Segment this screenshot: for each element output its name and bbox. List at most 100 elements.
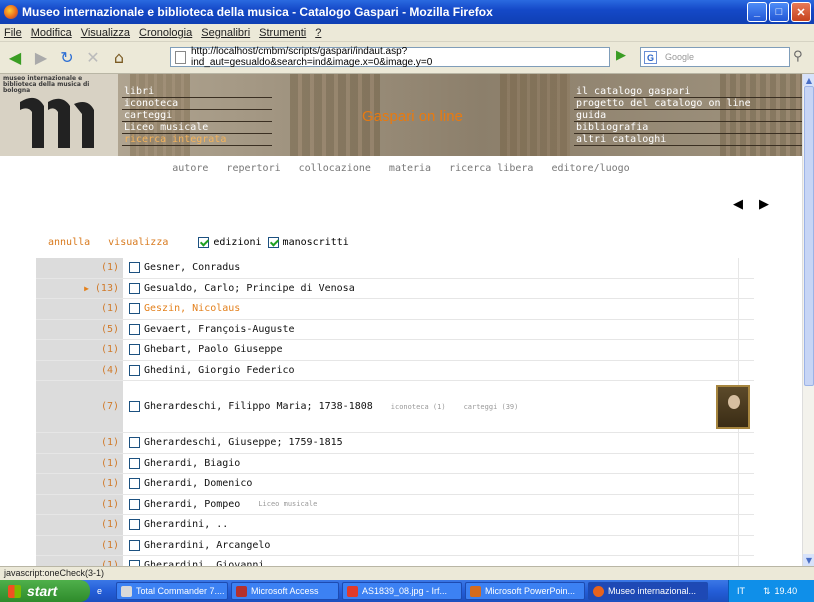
tab-repertori[interactable]: repertori (226, 163, 280, 174)
record-count[interactable]: (1) (101, 540, 119, 551)
nav-altri-cataloghi[interactable]: altri cataloghi (574, 134, 802, 146)
scroll-up-icon[interactable]: ▲ (803, 74, 814, 86)
author-name[interactable]: Gherardi, Pompeo (144, 499, 240, 510)
author-name[interactable]: Ghebart, Paolo Giuseppe (144, 344, 282, 355)
record-count[interactable]: (1) (101, 303, 119, 314)
record-count[interactable]: (1) (101, 262, 119, 273)
record-count[interactable]: (4) (101, 365, 119, 376)
system-tray: IT ⇅ 19.40 (728, 580, 814, 602)
vertical-scrollbar[interactable]: ▲ ▼ (802, 74, 814, 566)
author-name[interactable]: Gherardi, Domenico (144, 478, 252, 489)
row-checkbox[interactable] (129, 323, 140, 335)
task-access[interactable]: Microsoft Access (231, 582, 339, 600)
expand-arrow-icon[interactable]: ▶ (84, 284, 89, 293)
record-count[interactable]: (1) (101, 478, 119, 489)
language-indicator[interactable]: IT (737, 586, 745, 596)
author-name[interactable]: Ghedini, Giorgio Federico (144, 365, 295, 376)
url-bar[interactable]: http://localhost/cmbm/scripts/gaspari/in… (170, 46, 610, 68)
museum-logo[interactable]: museo internazionale e biblioteca della … (0, 74, 118, 156)
menu-cronologia[interactable]: Cronologia (139, 27, 192, 39)
menu-strumenti[interactable]: Strumenti (259, 27, 306, 39)
row-checkbox[interactable] (129, 282, 140, 294)
maximize-button[interactable]: □ (769, 2, 789, 22)
record-count[interactable]: (1) (101, 344, 119, 355)
author-name[interactable]: Gherardini, .. (144, 519, 228, 530)
nav-liceo-musicale[interactable]: Liceo musicale (122, 122, 272, 134)
menu-modifica[interactable]: Modifica (31, 27, 72, 39)
nav-iconoteca[interactable]: iconoteca (122, 98, 272, 110)
author-name[interactable]: Gherardeschi, Filippo Maria; 1738-1808 (144, 401, 373, 412)
quicklaunch-ie-icon[interactable]: e (93, 582, 113, 600)
menu-help[interactable]: ? (315, 27, 321, 39)
prev-page-icon[interactable]: ◀ (733, 197, 743, 212)
record-count[interactable]: (13) (95, 283, 119, 294)
start-button[interactable]: start (0, 580, 90, 602)
reload-icon[interactable]: ↻ (56, 47, 78, 69)
tray-network-icon[interactable]: ⇅ (763, 586, 771, 597)
author-name[interactable]: Gesualdo, Carlo; Principe di Venosa (144, 283, 355, 294)
go-icon[interactable]: ▶ (616, 48, 626, 63)
next-page-icon[interactable]: ▶ (759, 197, 769, 212)
row-checkbox[interactable] (129, 437, 140, 449)
author-name[interactable]: Gherardi, Biagio (144, 458, 240, 469)
author-name[interactable]: Gevaert, François-Auguste (144, 324, 295, 335)
row-checkbox[interactable] (129, 364, 140, 376)
related-link[interactable]: carteggi (39) (464, 403, 519, 411)
home-icon[interactable]: ⌂ (108, 47, 130, 69)
task-firefox[interactable]: Museo internazional... (588, 582, 708, 600)
author-name[interactable]: Gherardini, Arcangelo (144, 540, 270, 551)
record-count[interactable]: (1) (101, 519, 119, 530)
manoscritti-checkbox[interactable] (267, 237, 279, 248)
tab-ricerca-libera[interactable]: ricerca libera (449, 163, 533, 174)
scrollbar-thumb[interactable] (804, 86, 814, 386)
nav-guida[interactable]: guida (574, 110, 802, 122)
task-total-commander[interactable]: Total Commander 7.... (116, 582, 228, 600)
task-irfanview[interactable]: AS1839_08.jpg - Irf... (342, 582, 462, 600)
nav-libri[interactable]: libri (122, 86, 272, 98)
tab-editore-luogo[interactable]: editore/luogo (551, 163, 629, 174)
row-checkbox[interactable] (129, 457, 140, 469)
search-icon[interactable]: ⚲ (793, 49, 803, 64)
row-checkbox[interactable] (129, 478, 140, 490)
record-count[interactable]: (1) (101, 437, 119, 448)
record-count[interactable]: (5) (101, 324, 119, 335)
tab-collocazione[interactable]: collocazione (299, 163, 371, 174)
row-checkbox[interactable] (129, 344, 140, 356)
record-count[interactable]: (1) (101, 458, 119, 469)
menu-visualizza[interactable]: Visualizza (81, 27, 130, 39)
author-name[interactable]: Gherardeschi, Giuseppe; 1759-1815 (144, 437, 343, 448)
author-name[interactable]: Geszin, Nicolaus (144, 303, 240, 314)
scroll-down-icon[interactable]: ▼ (803, 554, 814, 566)
row-checkbox[interactable] (129, 519, 140, 531)
forward-icon[interactable]: ▶ (30, 47, 52, 69)
close-button[interactable]: ✕ (791, 2, 811, 22)
row-checkbox[interactable] (129, 262, 140, 274)
tab-autore[interactable]: autore (172, 163, 208, 174)
nav-bibliografia[interactable]: bibliografia (574, 122, 802, 134)
tab-materia[interactable]: materia (389, 163, 431, 174)
nav-ricerca-integrata[interactable]: ricerca integrata (122, 134, 272, 146)
nav-carteggi[interactable]: carteggi (122, 110, 272, 122)
task-powerpoint[interactable]: Microsoft PowerPoin... (465, 582, 585, 600)
row-checkbox[interactable] (129, 498, 140, 510)
related-link[interactable]: iconoteca (1) (391, 403, 446, 411)
portrait-thumbnail[interactable] (716, 385, 750, 429)
visualizza-link[interactable]: visualizza (108, 237, 168, 248)
back-icon[interactable]: ◀ (4, 47, 26, 69)
row-checkbox[interactable] (129, 401, 140, 412)
row-checkbox[interactable] (129, 303, 140, 315)
menu-segnalibri[interactable]: Segnalibri (201, 27, 250, 39)
nav-progetto[interactable]: progetto del catalogo on line (574, 98, 802, 110)
record-count[interactable]: (7) (101, 401, 119, 412)
minimize-button[interactable]: _ (747, 2, 767, 22)
search-input[interactable]: G Google (640, 47, 790, 67)
row-checkbox[interactable] (129, 539, 140, 551)
stop-icon[interactable]: ✕ (82, 47, 104, 69)
annulla-link[interactable]: annulla (48, 237, 90, 248)
edizioni-checkbox[interactable] (198, 237, 210, 248)
related-link[interactable]: Liceo musicale (258, 500, 317, 508)
menu-file[interactable]: File (4, 27, 22, 39)
nav-catalogo-gaspari[interactable]: il catalogo gaspari (574, 86, 802, 98)
author-name[interactable]: Gesner, Conradus (144, 262, 240, 273)
record-count[interactable]: (1) (101, 499, 119, 510)
